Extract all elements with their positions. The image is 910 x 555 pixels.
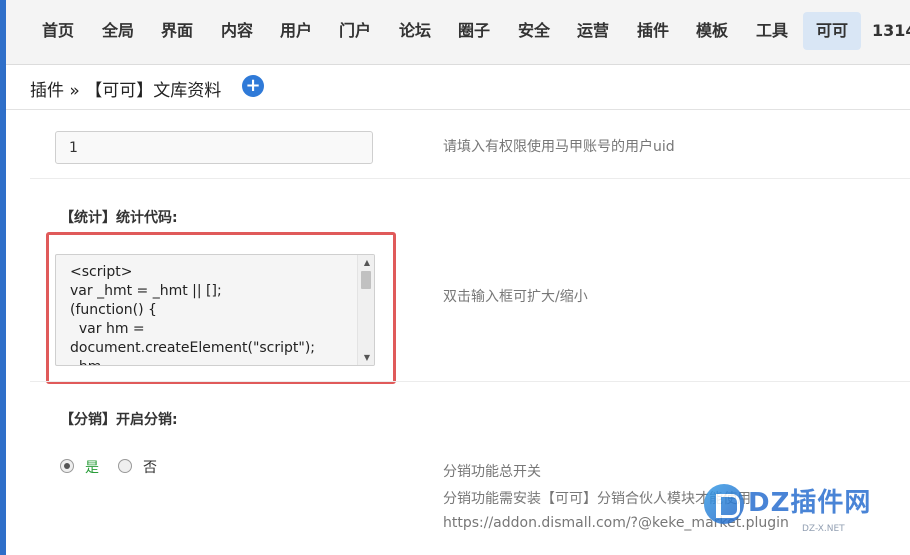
site-watermark: DZ插件网 DZ-X.NET — [702, 480, 902, 540]
nav-item-group[interactable]: 圈子 — [448, 12, 500, 50]
watermark-brand: DZ插件网 — [748, 488, 872, 518]
uid-hint: 请填入有权限使用马甲账号的用户uid — [443, 139, 675, 155]
uid-input[interactable]: 1 — [55, 131, 373, 164]
top-nav: 首页 全局 界面 内容 用户 门户 论坛 圈子 安全 运营 插件 模板 工具 可… — [6, 0, 910, 65]
distribution-yes-label[interactable]: 是 — [85, 457, 99, 477]
watermark-domain: DZ-X.NET — [802, 524, 845, 534]
nav-item-1314[interactable]: 1314 — [872, 12, 910, 50]
nav-item-templates[interactable]: 模板 — [686, 12, 738, 50]
stats-code-textarea[interactable]: <script> var _hmt = _hmt || []; (functio… — [55, 254, 375, 366]
nav-item-users[interactable]: 用户 — [270, 12, 322, 50]
add-plus-icon[interactable]: + — [242, 75, 264, 97]
watermark-logo-icon — [704, 484, 744, 524]
breadcrumb-bar: 插件 » 【可可】文库资料 + — [6, 65, 910, 110]
stats-code-label: 【统计】统计代码: — [60, 210, 178, 226]
row-divider — [30, 381, 910, 382]
distribution-no-label[interactable]: 否 — [143, 457, 157, 477]
nav-item-forum[interactable]: 论坛 — [389, 12, 441, 50]
scroll-thumb[interactable] — [361, 271, 371, 289]
distribution-label: 【分销】开启分销: — [60, 412, 178, 428]
distribution-no-radio[interactable] — [118, 459, 132, 473]
nav-item-interface[interactable]: 界面 — [151, 12, 203, 50]
nav-item-content[interactable]: 内容 — [211, 12, 263, 50]
nav-item-plugins[interactable]: 插件 — [627, 12, 679, 50]
nav-item-global[interactable]: 全局 — [92, 12, 144, 50]
stats-code-text: <script> var _hmt = _hmt || []; (functio… — [70, 264, 316, 365]
nav-item-tools[interactable]: 工具 — [746, 12, 798, 50]
nav-item-keke[interactable]: 可可 — [803, 12, 861, 50]
nav-item-operations[interactable]: 运营 — [567, 12, 619, 50]
distribution-yes-radio[interactable] — [60, 459, 74, 473]
stats-code-hint: 双击输入框可扩大/缩小 — [443, 289, 588, 305]
nav-item-portal[interactable]: 门户 — [329, 12, 381, 50]
scroll-up-arrow-icon[interactable]: ▲ — [364, 258, 370, 267]
breadcrumb: 插件 » 【可可】文库资料 — [30, 81, 222, 101]
nav-item-security[interactable]: 安全 — [508, 12, 560, 50]
nav-item-home[interactable]: 首页 — [32, 12, 84, 50]
row-divider — [30, 178, 910, 179]
scroll-down-arrow-icon[interactable]: ▼ — [364, 353, 370, 362]
distribution-hint-switch: 分销功能总开关 — [443, 464, 541, 480]
textarea-scrollbar[interactable]: ▲ ▼ — [357, 255, 374, 365]
